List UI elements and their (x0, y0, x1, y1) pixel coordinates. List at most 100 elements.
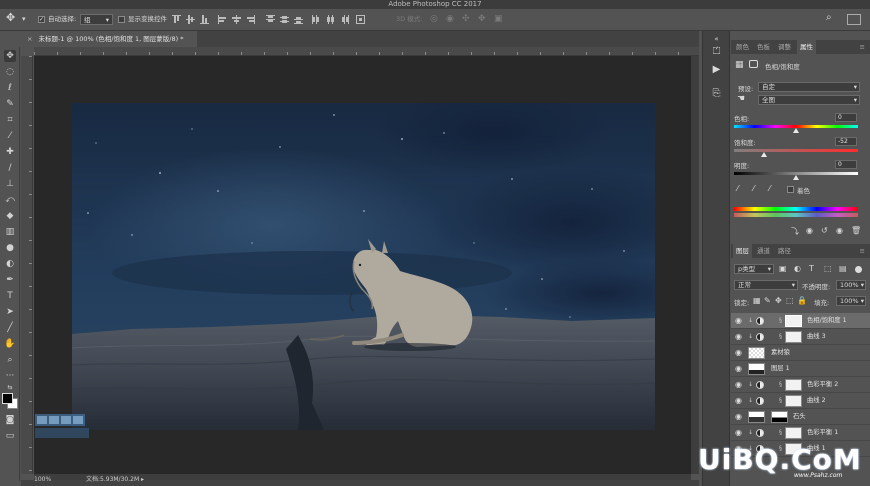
auto-align-layers-icon[interactable] (356, 15, 365, 24)
gradient-tool-icon[interactable]: ▥ (4, 226, 16, 238)
layer-thumbnail[interactable] (748, 347, 765, 359)
saturation-slider-thumb[interactable] (760, 152, 767, 157)
auto-select-target-dropdown[interactable]: 组 ▾ (80, 14, 113, 25)
tab-color[interactable]: 颜色 (733, 40, 752, 54)
panel-menu-icon[interactable]: ≡ (857, 40, 868, 54)
tab-layers[interactable]: 图层 (733, 244, 752, 258)
quick-mask-icon[interactable]: ◙ (4, 414, 16, 426)
dodge-tool-icon[interactable]: ◐ (4, 258, 16, 270)
brush-tool-icon[interactable]: ∕ (4, 162, 16, 174)
eyedropper-plus-icon[interactable]: ⁄ (753, 184, 754, 193)
actions-play-icon[interactable]: ▶ (710, 63, 723, 76)
distribute-bottom-icon[interactable] (294, 15, 303, 24)
align-top-icon[interactable] (172, 15, 181, 24)
move-tool-icon[interactable]: ✥ (4, 50, 16, 62)
filter-toggle-icon[interactable] (855, 266, 862, 273)
filter-shape-icon[interactable]: ⬚ (824, 264, 832, 273)
filter-smart-object-icon[interactable]: ▤ (839, 264, 847, 273)
eyedropper-minus-icon[interactable]: ⁄ (769, 184, 770, 193)
pen-tool-icon[interactable]: ✒ (4, 274, 16, 286)
lock-transparent-icon[interactable]: ▦ (753, 296, 761, 305)
hand-tool-icon[interactable]: ✋ (4, 338, 16, 350)
layer-thumbnail[interactable] (748, 363, 765, 375)
clone-stamp-tool-icon[interactable]: ⊥ (4, 178, 16, 190)
filter-adjustment-icon[interactable]: ◐ (794, 264, 801, 273)
lasso-tool-icon[interactable]: ℓ (4, 82, 16, 94)
close-tab-icon[interactable]: × (27, 35, 32, 43)
lock-all-icon[interactable]: 🔒 (797, 296, 807, 305)
layer-thumbnail[interactable] (748, 411, 765, 423)
layer-mask-icon[interactable] (749, 60, 758, 68)
vertical-scrollbar[interactable] (691, 56, 699, 474)
reset-icon[interactable]: ↺ (821, 226, 828, 235)
filter-type-icon[interactable]: T (809, 264, 814, 273)
healing-brush-tool-icon[interactable]: ✚ (4, 146, 16, 158)
blur-tool-icon[interactable]: ● (4, 242, 16, 254)
targeted-adjustment-hand-icon[interactable]: ☚ (737, 94, 745, 104)
filter-pixel-icon[interactable]: ▣ (779, 264, 787, 273)
hue-value-field[interactable]: 0 (835, 113, 857, 122)
range-dropdown[interactable]: 全图 ▾ (758, 95, 860, 105)
visibility-eye-icon[interactable]: ◉ (734, 333, 743, 341)
history-brush-tool-icon[interactable]: ⤺ (4, 194, 16, 206)
fill-field[interactable]: 100% ▾ (836, 296, 866, 306)
document-tab[interactable]: × 未标题-1 @ 100% (色相/饱和度 1, 图层蒙版/8) * (21, 31, 197, 47)
quick-selection-tool-icon[interactable]: ✎ (4, 98, 16, 110)
tab-swatches[interactable]: 色板 (754, 40, 773, 54)
distribute-right-icon[interactable] (340, 15, 349, 24)
align-right-icon[interactable] (246, 15, 255, 24)
zoom-level[interactable]: 100% (34, 476, 51, 484)
layer-mask-thumbnail[interactable] (785, 379, 802, 391)
tab-properties[interactable]: 属性 (797, 40, 816, 54)
lightness-slider-thumb[interactable] (793, 175, 799, 180)
layer-row[interactable]: ◉ ↓ § 曲线 2 (731, 393, 870, 409)
layer-row[interactable]: ◉ ↓ § 曲线 3 (731, 329, 870, 345)
screen-mode-icon[interactable]: ▭ (4, 430, 16, 442)
saturation-slider-track[interactable] (734, 149, 858, 152)
zoom-tool-icon[interactable]: ⌕ (4, 354, 16, 366)
foreground-color-swatch[interactable] (2, 393, 13, 404)
lightness-value-field[interactable]: 0 (835, 160, 857, 169)
paths-panel-icon[interactable]: ⎘ (710, 87, 723, 100)
layer-mask-thumbnail[interactable] (785, 331, 802, 343)
visibility-eye-icon[interactable]: ◉ (734, 317, 743, 325)
layer-mask-thumbnail[interactable] (785, 315, 802, 327)
colorize-checkbox[interactable] (787, 186, 794, 193)
tab-paths[interactable]: 路径 (775, 244, 794, 258)
type-tool-icon[interactable]: T (4, 290, 16, 302)
tab-channels[interactable]: 通道 (754, 244, 773, 258)
crop-tool-icon[interactable]: ⌗ (4, 114, 16, 126)
blend-mode-dropdown[interactable]: 正常 ▾ (734, 280, 798, 290)
layer-mask-thumbnail[interactable] (785, 395, 802, 407)
lock-image-icon[interactable]: ✎ (764, 296, 771, 305)
layer-row[interactable]: ◉ ↓ § 色彩平衡 2 (731, 377, 870, 393)
layer-row[interactable]: ◉ 图层 1 (731, 361, 870, 377)
hue-slider-thumb[interactable] (793, 128, 799, 133)
align-bottom-icon[interactable] (200, 15, 209, 24)
history-panel-icon[interactable]: ⏍ (710, 45, 723, 58)
layer-row[interactable]: ◉ 素材狼 (731, 345, 870, 361)
workspace-switcher-icon[interactable] (847, 14, 861, 25)
visibility-eye-icon[interactable]: ◉ (734, 365, 743, 373)
view-previous-state-icon[interactable]: ◉ (806, 226, 813, 235)
preset-dropdown[interactable]: 自定 ▾ (758, 82, 860, 92)
lock-artboard-icon[interactable]: ⬚ (786, 296, 794, 305)
more-tools-icon[interactable]: ··· (4, 370, 16, 382)
document-canvas[interactable] (72, 103, 655, 430)
visibility-eye-icon[interactable]: ◉ (836, 226, 843, 235)
align-vertical-center-icon[interactable] (186, 15, 195, 24)
chevron-down-icon[interactable]: ▾ (22, 13, 26, 26)
visibility-eye-icon[interactable]: ◉ (734, 381, 743, 389)
layer-row[interactable]: ◉ 石头 (731, 409, 870, 425)
line-tool-icon[interactable]: ╱ (4, 322, 16, 334)
path-selection-tool-icon[interactable]: ➤ (4, 306, 16, 318)
clip-to-layer-icon[interactable]: ⤵ (791, 226, 799, 237)
move-tool-preset-icon[interactable]: ✥ (6, 11, 15, 24)
opacity-field[interactable]: 100% ▾ (836, 280, 866, 290)
marquee-tool-icon[interactable]: ◌ (4, 66, 16, 78)
tab-adjustments[interactable]: 调整 (775, 40, 794, 54)
distribute-left-icon[interactable] (312, 15, 321, 24)
eyedropper-icon[interactable]: ⁄ (737, 184, 738, 193)
layer-filter-dropdown[interactable]: p类型 ▾ (734, 264, 774, 274)
layer-mask-thumbnail[interactable] (785, 427, 802, 439)
